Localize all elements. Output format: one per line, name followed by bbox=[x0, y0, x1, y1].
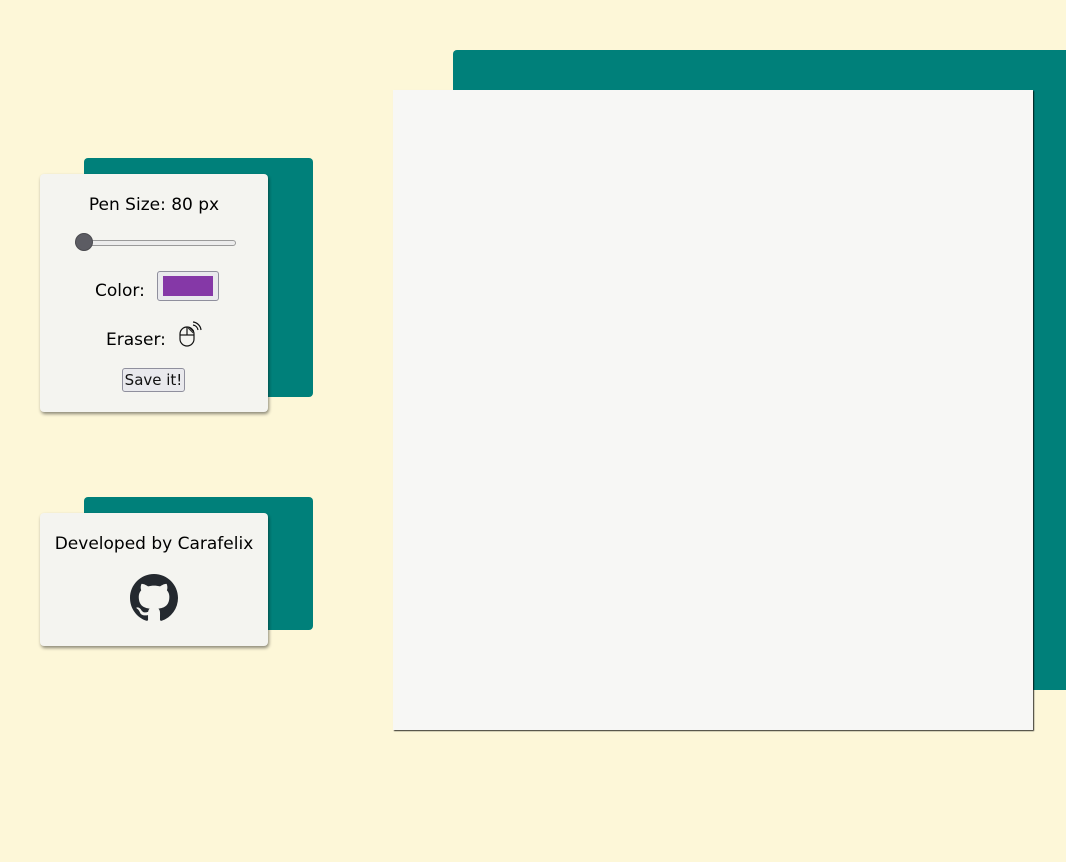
color-label: Color: bbox=[95, 281, 145, 301]
mouse-icon[interactable] bbox=[178, 321, 202, 347]
color-picker[interactable] bbox=[157, 271, 219, 301]
app-root: Pen Size: 80 px Color: Eraser: Save it! … bbox=[0, 0, 1066, 862]
github-icon[interactable] bbox=[130, 574, 178, 622]
credit-text: Developed by Carafelix bbox=[54, 534, 254, 554]
eraser-label: Eraser: bbox=[106, 330, 166, 350]
pen-size-slider[interactable] bbox=[75, 233, 236, 253]
color-swatch-fill bbox=[163, 276, 213, 296]
save-button[interactable]: Save it! bbox=[122, 368, 185, 392]
slider-thumb[interactable] bbox=[75, 233, 93, 251]
drawing-canvas[interactable] bbox=[393, 90, 1033, 730]
slider-track bbox=[75, 240, 236, 246]
pen-size-label: Pen Size: 80 px bbox=[88, 195, 220, 215]
